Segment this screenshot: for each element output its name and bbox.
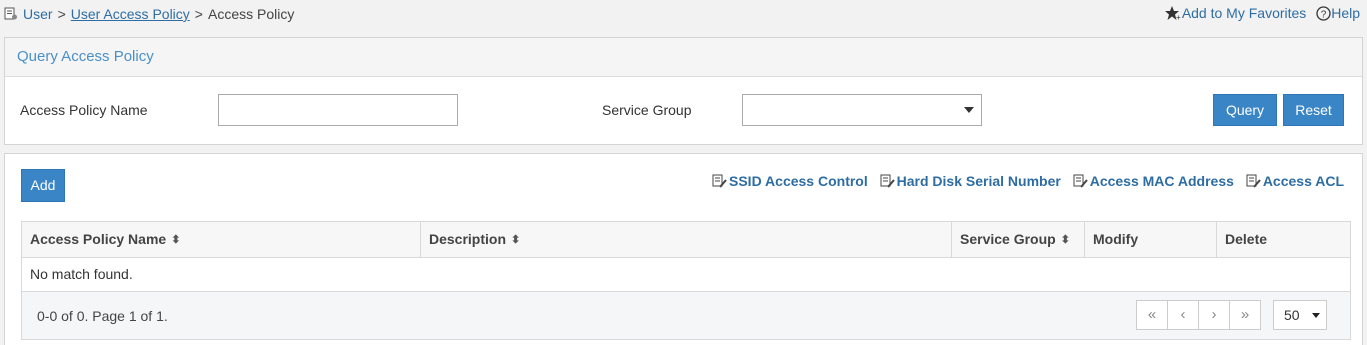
access-mac-address-label: Access MAC Address [1089, 173, 1234, 189]
star-icon: + [1164, 6, 1181, 22]
next-page-button[interactable]: › [1199, 301, 1230, 329]
favorites-label: Add to My Favorites [1181, 5, 1307, 21]
add-button[interactable]: Add [21, 169, 65, 202]
reset-button[interactable]: Reset [1283, 94, 1344, 126]
top-bar: User > User Access Policy > Access Policy + A… [0, 0, 1367, 30]
pagination-info: 0-0 of 0. Page 1 of 1. [37, 308, 168, 324]
user-doc-icon [4, 7, 18, 21]
table-footer: 0-0 of 0. Page 1 of 1. « ‹ › » 50 [22, 292, 1350, 339]
hard-disk-serial-number-label: Hard Disk Serial Number [896, 173, 1061, 189]
table-header: Access Policy Name ⬍ Description ⬍ Service… [22, 222, 1350, 258]
query-button[interactable]: Query [1213, 94, 1277, 126]
access-acl-label: Access ACL [1262, 173, 1344, 189]
breadcrumb-user-access-policy[interactable]: User Access Policy [71, 6, 190, 22]
service-group-select[interactable] [742, 94, 982, 126]
column-label: Delete [1225, 231, 1268, 247]
prev-page-button[interactable]: ‹ [1168, 301, 1199, 329]
column-description[interactable]: Description ⬍ [421, 222, 952, 257]
service-group-label: Service Group [602, 102, 692, 118]
edit-doc-icon [712, 174, 727, 188]
query-panel: Query Access Policy Access Policy Name S… [4, 37, 1363, 145]
breadcrumb-separator: > [194, 6, 203, 22]
ssid-access-control-label: SSID Access Control [729, 173, 868, 189]
svg-text:+: + [1176, 13, 1181, 21]
hard-disk-serial-number-link[interactable]: Hard Disk Serial Number [880, 173, 1061, 189]
empty-message: No match found. [22, 258, 1350, 292]
page-size-select[interactable]: 50 [1273, 300, 1327, 330]
svg-text:?: ? [1321, 10, 1327, 21]
edit-doc-icon [880, 174, 895, 188]
help-label: Help [1331, 5, 1360, 21]
access-acl-link[interactable]: Access ACL [1246, 173, 1344, 189]
edit-doc-icon [1073, 174, 1088, 188]
column-modify: Modify [1085, 222, 1217, 257]
column-service-group[interactable]: Service Group ⬍ [952, 222, 1085, 257]
help-icon: ? [1316, 6, 1331, 21]
policy-name-input[interactable] [218, 94, 458, 126]
ssid-access-control-link[interactable]: SSID Access Control [712, 173, 868, 189]
policy-name-label: Access Policy Name [20, 102, 148, 118]
column-label: Modify [1093, 231, 1139, 247]
dropdown-arrow-icon [964, 107, 974, 113]
header-links: + Add to My Favorites ? Help [1164, 5, 1360, 22]
first-page-button[interactable]: « [1137, 301, 1168, 329]
help-link[interactable]: ? Help [1316, 5, 1360, 21]
dropdown-arrow-icon [1312, 313, 1320, 318]
add-to-favorites-link[interactable]: + Add to My Favorites [1164, 5, 1310, 22]
access-mac-address-link[interactable]: Access MAC Address [1073, 173, 1234, 189]
sort-icon: ⬍ [511, 234, 521, 246]
edit-doc-icon [1246, 174, 1261, 188]
column-label: Access Policy Name [30, 231, 167, 247]
column-delete: Delete [1217, 222, 1350, 257]
column-label: Service Group [960, 231, 1056, 247]
sort-icon: ⬍ [171, 234, 181, 246]
sort-icon: ⬍ [1060, 234, 1070, 246]
breadcrumb-user[interactable]: User [23, 6, 53, 22]
column-access-policy-name[interactable]: Access Policy Name ⬍ [22, 222, 421, 257]
query-panel-title: Query Access Policy [5, 38, 1362, 77]
breadcrumb-separator: > [57, 6, 66, 22]
column-label: Description [429, 231, 507, 247]
action-links: SSID Access Control Hard Disk Serial Num… [704, 173, 1344, 189]
access-policy-table: Access Policy Name ⬍ Description ⬍ Service… [21, 221, 1351, 340]
last-page-button[interactable]: » [1230, 301, 1260, 329]
pager: « ‹ › » [1136, 300, 1261, 330]
page-size-value: 50 [1284, 307, 1300, 323]
breadcrumb-access-policy: Access Policy [207, 6, 295, 22]
breadcrumb: User > User Access Policy > Access Policy [4, 6, 294, 22]
list-panel: Add SSID Access Control Hard Disk Serial… [4, 153, 1363, 345]
